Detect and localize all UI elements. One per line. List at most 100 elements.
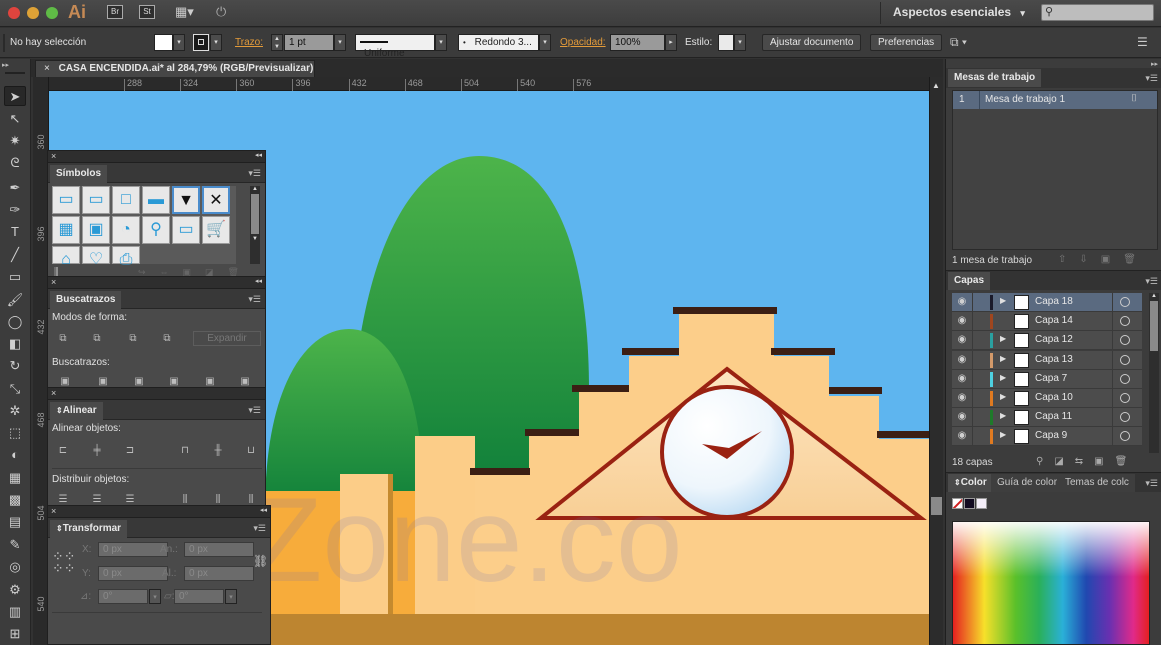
symbol-button-gray[interactable]: ▭ [82, 186, 110, 214]
visibility-eye-icon[interactable]: ◉ [955, 392, 969, 403]
tab-pathfinder[interactable]: Buscatrazos [50, 291, 122, 309]
expand-arrow-icon[interactable]: ▶ [1000, 354, 1006, 363]
symbol-dropdown[interactable]: ▼ [172, 186, 200, 214]
rotate-tool[interactable]: ↻ [4, 356, 26, 376]
opacity-input[interactable]: 100% [610, 34, 665, 51]
fit-document-button[interactable]: Ajustar documento [762, 34, 862, 51]
scrollbar-thumb[interactable] [931, 497, 942, 515]
panel-menu-icon[interactable]: ☰ [1137, 35, 1148, 49]
workspace-switcher[interactable]: Aspectos esenciales ▾ [893, 5, 1025, 19]
align-right-icon[interactable]: ⊐ [123, 445, 137, 457]
collapse-dock-icon[interactable]: ▸▸ [1151, 60, 1158, 68]
magic-wand-tool[interactable]: ✷ [4, 131, 26, 151]
paintbrush-tool[interactable]: 🖌 [4, 290, 26, 310]
opacity-label[interactable]: Opacidad: [560, 37, 606, 48]
expand-arrow-icon[interactable]: ▶ [1000, 373, 1006, 382]
intersect-icon[interactable]: ⧉ [126, 333, 140, 345]
symbol-rss[interactable]: ◔ [112, 216, 140, 244]
shear-dropdown[interactable]: ▾ [225, 589, 237, 604]
collapse-panel-icon[interactable]: ◂◂ [260, 506, 267, 514]
graphic-style-swatch[interactable] [718, 34, 734, 51]
collapse-panel-icon[interactable]: ◂◂ [255, 151, 262, 159]
y-input[interactable]: 0 px [98, 566, 168, 581]
visibility-eye-icon[interactable]: ◉ [955, 411, 969, 422]
panel-menu-icon[interactable]: ▾☰ [248, 294, 261, 305]
document-tab[interactable]: × CASA ENCENDIDA.ai* al 284,79% (RGB/Pre… [35, 60, 315, 77]
symbol-slider[interactable]: ▬ [142, 186, 170, 214]
layer-row[interactable]: ◉ ▶ Capa 11 [952, 408, 1142, 428]
align-bottom-icon[interactable]: ⊔ [244, 445, 258, 457]
visibility-eye-icon[interactable]: ◉ [955, 354, 969, 365]
rectangle-tool[interactable]: ▭ [4, 267, 26, 287]
layer-row[interactable]: ◉ Capa 14 [952, 312, 1142, 332]
unite-icon[interactable]: ⧉ [56, 333, 70, 345]
close-panel-icon[interactable]: × [51, 506, 56, 516]
none-swatch[interactable] [952, 498, 963, 509]
layer-row[interactable]: ◉ ▶ Capa 13 [952, 350, 1142, 370]
layer-target-icon[interactable] [1120, 431, 1130, 442]
symbol-heart[interactable]: ♡ [82, 246, 110, 268]
vertical-scrollbar[interactable]: ▲ [929, 77, 943, 645]
visibility-eye-icon[interactable]: ◉ [955, 430, 969, 441]
artboard-row[interactable]: 1 Mesa de trabajo 1 ⌷ [953, 91, 1157, 109]
tab-color-guide[interactable]: Guía de color [991, 474, 1064, 492]
stock-button[interactable]: St [139, 5, 155, 19]
artboard-options-icon[interactable]: ⌷ [1131, 93, 1137, 104]
black-swatch[interactable] [964, 498, 975, 509]
white-swatch[interactable] [976, 498, 987, 509]
layer-target-icon[interactable] [1120, 316, 1130, 327]
symbol-film[interactable]: ▣ [82, 216, 110, 244]
align-left-icon[interactable]: ⊏ [56, 445, 70, 457]
expand-button[interactable]: Expandir [193, 331, 261, 346]
tab-align[interactable]: ⇕Alinear [50, 402, 103, 420]
layer-row[interactable]: ◉ ▶ Capa 18 [952, 293, 1142, 312]
direct-selection-tool[interactable]: ↖ [4, 109, 26, 129]
layer-target-icon[interactable] [1120, 393, 1130, 403]
stroke-dropdown[interactable]: ▾ [210, 34, 222, 51]
column-graph-tool[interactable]: ▥ [4, 602, 26, 622]
type-tool[interactable]: T [4, 222, 26, 242]
expand-arrow-icon[interactable]: ▶ [1000, 411, 1006, 420]
close-panel-icon[interactable]: × [51, 277, 56, 287]
symbol-credit-card[interactable]: ▭ [172, 216, 200, 244]
curvature-tool[interactable]: ✑ [4, 200, 26, 220]
shear-input[interactable]: 0° [174, 589, 224, 604]
shape-builder-tool[interactable]: ◐ [4, 445, 26, 465]
panel-menu-icon[interactable]: ▾☰ [1145, 276, 1158, 287]
mesh-tool[interactable]: ▩ [4, 490, 26, 510]
scroll-up-arrow[interactable]: ▲ [932, 81, 940, 90]
variable-width-profile[interactable]: Uniforme [355, 34, 435, 59]
layers-scrollbar[interactable]: ▲ [1149, 293, 1159, 453]
free-transform-tool[interactable]: ⬚ [4, 423, 26, 443]
visibility-eye-icon[interactable]: ◉ [955, 315, 969, 326]
tab-color[interactable]: ⇕Color [948, 474, 993, 492]
close-window-button[interactable] [8, 7, 20, 19]
rotate-dropdown[interactable]: ▾ [149, 589, 161, 604]
layer-target-icon[interactable] [1120, 373, 1130, 384]
scale-tool[interactable]: ⤡ [4, 379, 26, 399]
layer-row[interactable]: ◉ ▶ Capa 9 [952, 427, 1142, 447]
symbol-cart[interactable]: 🛒 [202, 216, 230, 244]
lasso-tool[interactable]: ᘓ [4, 153, 26, 173]
preferences-button[interactable]: Preferencias [870, 34, 943, 51]
perspective-grid-tool[interactable]: ▦ [4, 468, 26, 488]
layer-row[interactable]: ◉ ▶ Capa 12 [952, 331, 1142, 351]
line-tool[interactable]: ╱ [4, 245, 26, 265]
align-horizontal-center-icon[interactable]: ╪ [90, 445, 104, 457]
minus-front-icon[interactable]: ⧉ [90, 333, 104, 345]
layer-actions-icon[interactable]: ⚲◪⇆▣🗑 [1036, 456, 1138, 467]
lock-column[interactable] [972, 427, 973, 447]
layer-target-icon[interactable] [1120, 297, 1130, 307]
color-spectrum[interactable] [952, 521, 1150, 645]
expand-arrow-icon[interactable]: ▶ [1000, 392, 1006, 401]
tab-symbols[interactable]: Símbolos [50, 165, 108, 183]
layer-target-icon[interactable] [1120, 335, 1130, 346]
visibility-eye-icon[interactable]: ◉ [955, 334, 969, 345]
height-input[interactable]: 0 px [184, 566, 254, 581]
toolbar-grip[interactable] [5, 72, 25, 74]
rotate-input[interactable]: 0° [98, 589, 148, 604]
symbol-close[interactable]: ✕ [202, 186, 230, 214]
stroke-swatch[interactable] [193, 34, 209, 51]
panel-menu-icon[interactable]: ▾☰ [248, 168, 261, 179]
symbol-button-wide[interactable]: ▭ [52, 186, 80, 214]
